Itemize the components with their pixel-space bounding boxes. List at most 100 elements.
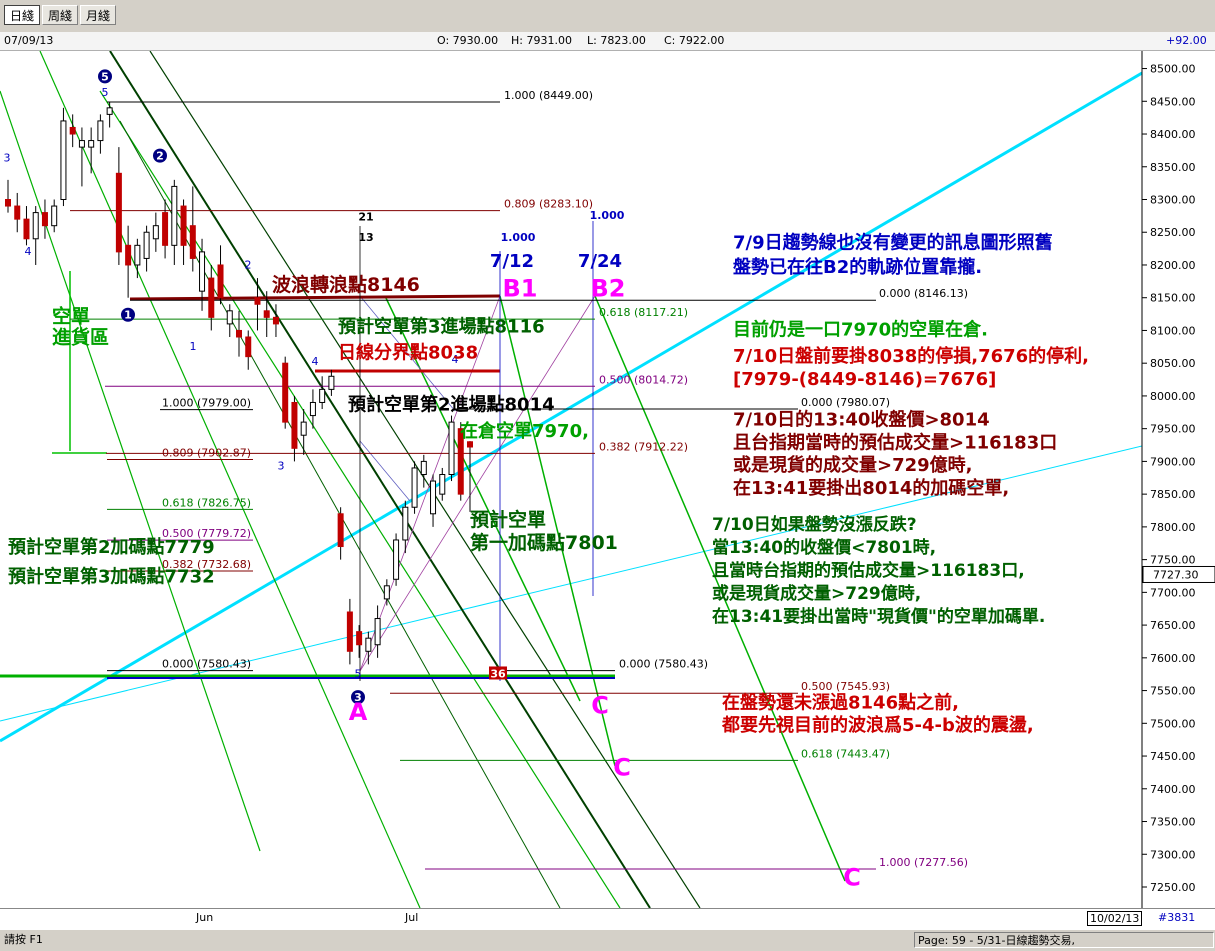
status-page: Page: 59 - 5/31-日線趨勢交易,	[914, 932, 1214, 948]
fib-label-8: 0.809 (7902.87)	[162, 447, 251, 460]
annotation-12: 盤勢已在往B2的軌跡位置靠攏.	[733, 256, 982, 278]
cycle-label-1: 13	[358, 231, 373, 244]
candle-body-22	[208, 277, 215, 318]
candle-body-6	[60, 120, 67, 200]
candle-body-43	[402, 506, 409, 541]
annotation-13: 目前仍是一口7970的空單在倉.	[733, 319, 988, 341]
close-value: C: 7922.00	[664, 34, 725, 47]
wave-label-8: 3	[278, 459, 285, 472]
y-tick-label-25: 7250.00	[1150, 881, 1196, 894]
wave-label-11: 5	[355, 667, 362, 680]
cycle-label-6: B1	[503, 274, 538, 302]
y-tick-label-21: 7450.00	[1150, 750, 1196, 763]
candle-body-2	[23, 218, 30, 240]
candle-body-9	[88, 140, 95, 148]
cycle-label-7: B2	[591, 274, 626, 302]
candle-body-41	[383, 585, 390, 600]
annotation-24: 在13:41要掛出當時"現貨價"的空單加碼單.	[712, 606, 1045, 627]
candle-body-44	[411, 467, 418, 508]
candlestick-chart[interactable]: 1.000 (8449.00) 0.809 (8283.10) 0.618 (811…	[0, 51, 1215, 908]
wave-label-6: 1	[190, 340, 197, 353]
wave-label-5: 4	[25, 245, 32, 258]
y-tick-label-10: 8000.00	[1150, 390, 1196, 403]
candle-body-20	[189, 225, 196, 259]
last-price-label: 7727.30	[1153, 568, 1199, 581]
candle-body-33	[309, 401, 316, 417]
candle-body-19	[180, 205, 187, 246]
candle-body-12	[115, 172, 122, 253]
tab-daily[interactable]: 日綫	[4, 5, 40, 25]
cycle-label-8: A	[349, 698, 368, 726]
annotation-15: [7979-(8449-8146)=7676]	[733, 369, 996, 390]
candle-body-7	[69, 126, 76, 135]
y-tick-label-14: 7800.00	[1150, 521, 1196, 534]
candle-body-31	[291, 401, 298, 449]
wave-label-7: 2	[245, 258, 252, 271]
date-box: 10/02/13	[1087, 911, 1143, 926]
candle-body-47	[439, 474, 446, 495]
y-tick-label-17: 7650.00	[1150, 619, 1196, 632]
chart-area[interactable]: 1.000 (8449.00) 0.809 (8283.10) 0.618 (811…	[0, 51, 1215, 908]
wave-label-4: 3	[4, 152, 11, 165]
annotation-25: 在盤勢還未漲過8146點之前,	[722, 691, 959, 713]
y-tick-label-19: 7550.00	[1150, 685, 1196, 698]
wave-label-1: 5	[102, 86, 109, 99]
candle-body-27	[254, 297, 261, 305]
cycle-label-12: 36	[490, 667, 506, 680]
annotation-11: 7/9日趨勢線也沒有變更的訊息圖形照舊	[733, 232, 1053, 254]
wave-label-0: 5	[101, 70, 109, 83]
y-tick-label-6: 8200.00	[1150, 259, 1196, 272]
tab-monthly[interactable]: 月綫	[80, 5, 116, 25]
candle-body-42	[393, 539, 400, 580]
y-tick-label-3: 8350.00	[1150, 161, 1196, 174]
annotation-2: 日線分界點8038	[338, 342, 478, 364]
annotation-17: 且台指期當時的預估成交量>116183口	[733, 431, 1057, 453]
y-tick-label-5: 8250.00	[1150, 226, 1196, 239]
y-tick-label-13: 7850.00	[1150, 488, 1196, 501]
fib-label-5: 0.000 (8146.13)	[879, 287, 968, 300]
y-tick-label-1: 8450.00	[1150, 95, 1196, 108]
candle-body-23	[217, 264, 224, 299]
x-axis-bar: Jun Jul 10/02/13 #3831	[0, 908, 1215, 929]
cycle-label-2: 1.000	[501, 231, 536, 244]
annotation-19: 在13:41要掛出8014的加碼空單,	[733, 477, 1009, 499]
fib-label-6: 1.000 (7979.00)	[162, 397, 251, 410]
candle-body-11	[106, 107, 113, 115]
fib-label-3: 0.500 (8014.72)	[599, 373, 688, 386]
y-tick-label-15: 7750.00	[1150, 554, 1196, 567]
trend-line-14	[359, 440, 411, 502]
annotation-14: 7/10日盤前要掛8038的停損,7676的停利,	[733, 345, 1089, 367]
y-tick-label-2: 8400.00	[1150, 128, 1196, 141]
annotation-22: 且當時台指期的預估成交量>116183口,	[712, 560, 1025, 581]
annotation-6: 第一加碼點7801	[470, 531, 618, 554]
low-value: L: 7823.00	[587, 34, 646, 47]
y-tick-label-22: 7400.00	[1150, 783, 1196, 796]
annotation-5: 預計空單	[470, 508, 546, 531]
candle-body-4	[41, 212, 48, 227]
candle-body-50	[467, 441, 473, 448]
candle-body-28	[263, 310, 270, 318]
candle-body-36	[337, 513, 344, 548]
y-tick-label-8: 8100.00	[1150, 324, 1196, 337]
status-bar: 請按 F1 Page: 59 - 5/31-日線趨勢交易,	[0, 929, 1215, 951]
annotation-8: 預計空單第3加碼點7732	[8, 566, 215, 588]
candle-body-30	[282, 362, 289, 423]
fib-label-7: 0.000 (7980.07)	[801, 396, 890, 409]
wave-label-2: 2	[156, 150, 164, 163]
tab-weekly[interactable]: 周綫	[42, 5, 78, 25]
candle-body-14	[134, 244, 141, 266]
trend-line-2	[0, 90, 261, 852]
x-label-jul: Jul	[405, 911, 419, 924]
candle-body-26	[245, 336, 252, 358]
cycle-label-4: 7/12	[490, 251, 534, 272]
y-tick-label-11: 7950.00	[1150, 423, 1196, 436]
trend-line-3	[39, 51, 421, 908]
annotation-9: 空單	[52, 305, 90, 328]
y-tick-label-16: 7700.00	[1150, 586, 1196, 599]
candle-body-24	[226, 310, 233, 325]
annotation-0: 波浪轉浪點8146	[272, 273, 420, 296]
annotation-21: 當13:40的收盤價<7801時,	[712, 537, 936, 558]
symbol-code: #3831	[1158, 911, 1196, 924]
trend-line-4	[109, 51, 651, 908]
trend-line-15	[129, 294, 501, 301]
